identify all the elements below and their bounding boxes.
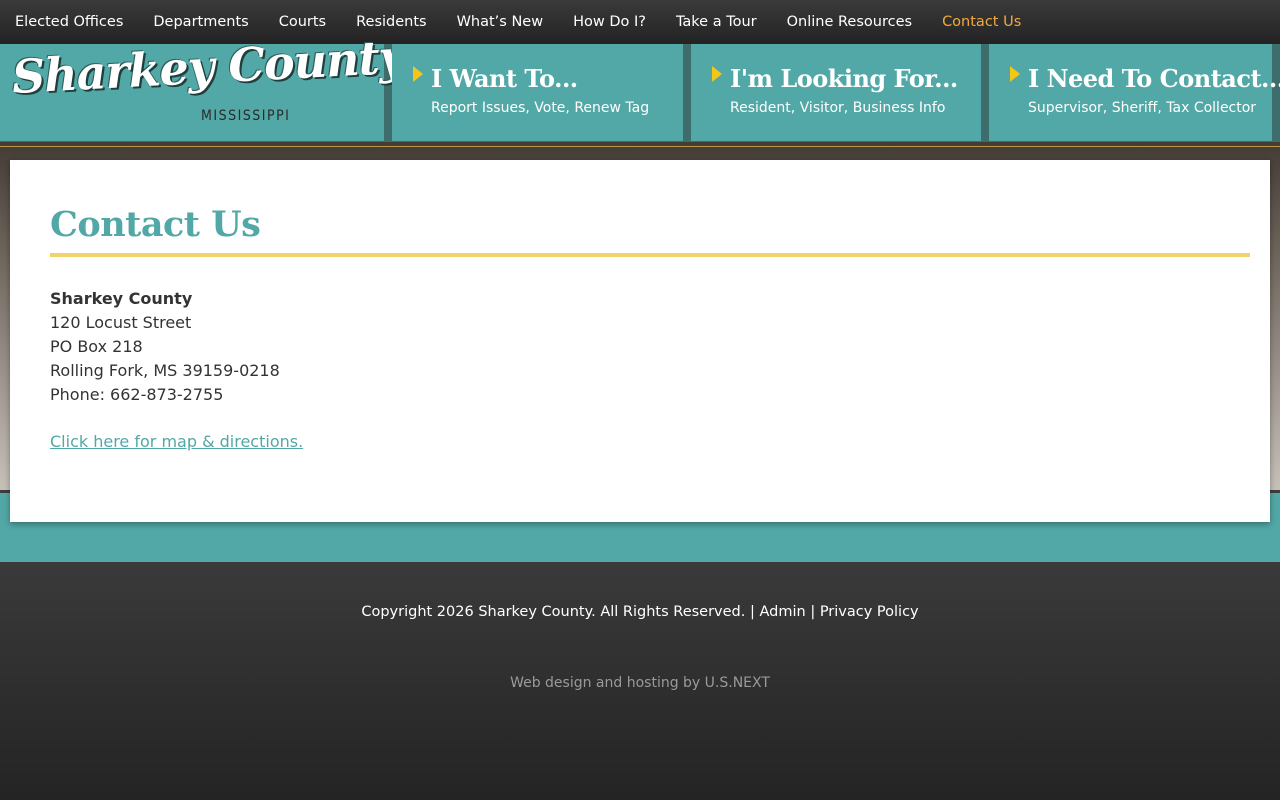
quick-link-im-looking-for[interactable]: I'm Looking For... Resident, Visitor, Bu… bbox=[691, 44, 981, 141]
arrow-right-icon bbox=[413, 66, 423, 82]
quick-link-subtitle: Resident, Visitor, Business Info bbox=[730, 100, 946, 116]
arrow-right-icon bbox=[712, 66, 722, 82]
address-phone: Phone: 662-873-2755 bbox=[50, 385, 224, 404]
address-po-box: PO Box 218 bbox=[50, 337, 143, 356]
footer-credit[interactable]: Web design and hosting by U.S.NEXT bbox=[0, 675, 1280, 691]
site-logo[interactable]: Sharkey County MISSISSIPPI bbox=[0, 29, 406, 141]
quick-link-i-need-to-contact[interactable]: I Need To Contact... Supervisor, Sheriff… bbox=[989, 44, 1280, 141]
footer: Copyright 2026 Sharkey County. All Right… bbox=[0, 562, 1280, 800]
copyright-text: Copyright 2026 Sharkey County. All Right… bbox=[361, 604, 746, 620]
banner-divider bbox=[0, 146, 1280, 147]
nav-item-take-a-tour[interactable]: Take a Tour bbox=[661, 0, 772, 44]
admin-link[interactable]: Admin bbox=[759, 604, 805, 620]
footer-separator: | bbox=[810, 604, 816, 620]
title-underline bbox=[50, 253, 1250, 257]
quick-link-subtitle: Supervisor, Sheriff, Tax Collector bbox=[1028, 100, 1257, 116]
nav-item-whats-new[interactable]: What’s New bbox=[442, 0, 559, 44]
page-title: Contact Us bbox=[50, 204, 261, 245]
nav-item-how-do-i[interactable]: How Do I? bbox=[558, 0, 661, 44]
quick-link-subtitle: Report Issues, Vote, Renew Tag bbox=[431, 100, 650, 116]
quick-link-title: I Want To... bbox=[431, 64, 578, 93]
main-content: Contact Us Sharkey County 120 Locust Str… bbox=[10, 160, 1270, 522]
footer-separator: | bbox=[749, 604, 755, 620]
address-street: 120 Locust Street bbox=[50, 313, 192, 332]
quick-link-i-want-to[interactable]: I Want To... Report Issues, Vote, Renew … bbox=[392, 44, 683, 141]
map-directions-link[interactable]: Click here for map & directions. bbox=[50, 432, 303, 451]
logo-state-text: MISSISSIPPI bbox=[201, 108, 291, 124]
address-org-name: Sharkey County bbox=[50, 289, 193, 308]
quick-link-title: I Need To Contact... bbox=[1028, 64, 1280, 93]
header-banner: Sharkey County MISSISSIPPI I Want To... … bbox=[0, 29, 1280, 142]
quick-link-title: I'm Looking For... bbox=[730, 64, 958, 93]
contact-address: Sharkey County 120 Locust Street PO Box … bbox=[50, 287, 280, 407]
top-navigation: Elected Offices Departments Courts Resid… bbox=[0, 0, 1280, 44]
nav-item-elected-offices[interactable]: Elected Offices bbox=[0, 0, 138, 44]
privacy-policy-link[interactable]: Privacy Policy bbox=[820, 604, 919, 620]
arrow-right-icon bbox=[1010, 66, 1020, 82]
nav-item-online-resources[interactable]: Online Resources bbox=[772, 0, 927, 44]
address-city: Rolling Fork, MS 39159-0218 bbox=[50, 361, 280, 380]
footer-copyright-line: Copyright 2026 Sharkey County. All Right… bbox=[0, 604, 1280, 620]
nav-item-contact-us[interactable]: Contact Us bbox=[927, 0, 1036, 44]
